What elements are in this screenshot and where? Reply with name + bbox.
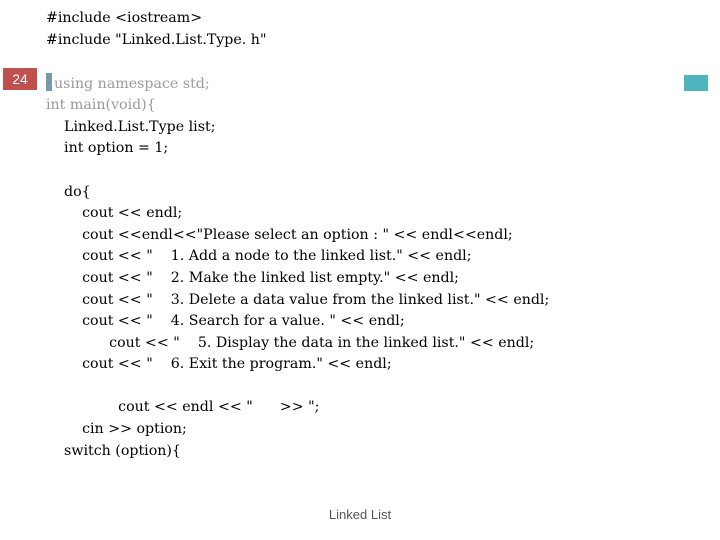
code-line: cout << endl << " >> "; — [46, 399, 319, 415]
page-number: 24 — [12, 71, 28, 87]
code-line: cin >> option; — [46, 421, 187, 437]
code-snippet: #include <iostream> #include "Linked.Lis… — [46, 8, 706, 462]
code-line: cout << " 3. Delete a data value from th… — [46, 292, 549, 308]
footer-text: Linked List — [329, 507, 391, 522]
code-line: do{ — [46, 184, 91, 200]
code-line: int option = 1; — [46, 140, 168, 156]
code-line: #include <iostream> — [46, 10, 202, 26]
page-number-badge: 24 — [3, 68, 37, 90]
code-line: cout << " 6. Exit the program." << endl; — [46, 356, 392, 372]
code-line: switch (option){ — [46, 443, 181, 459]
code-line: cout << " 4. Search for a value. " << en… — [46, 313, 405, 329]
code-line: cout <<endl<<"Please select an option : … — [46, 227, 513, 243]
slide: 24 #include <iostream> #include "Linked.… — [0, 0, 720, 540]
code-line: #include "Linked.List.Type. h" — [46, 32, 266, 48]
code-line: int main(void){ — [46, 97, 156, 113]
code-line: Linked.List.Type list; — [46, 119, 215, 135]
code-line: cout << endl; — [46, 205, 182, 221]
code-line: cout << " 5. Display the data in the lin… — [46, 335, 534, 351]
footer-label: Linked List — [0, 507, 720, 522]
code-line: cout << " 2. Make the linked list empty.… — [46, 270, 459, 286]
cursor-highlight — [46, 73, 52, 91]
code-line: using namespace std; — [54, 76, 210, 92]
code-line: cout << " 1. Add a node to the linked li… — [46, 248, 471, 264]
